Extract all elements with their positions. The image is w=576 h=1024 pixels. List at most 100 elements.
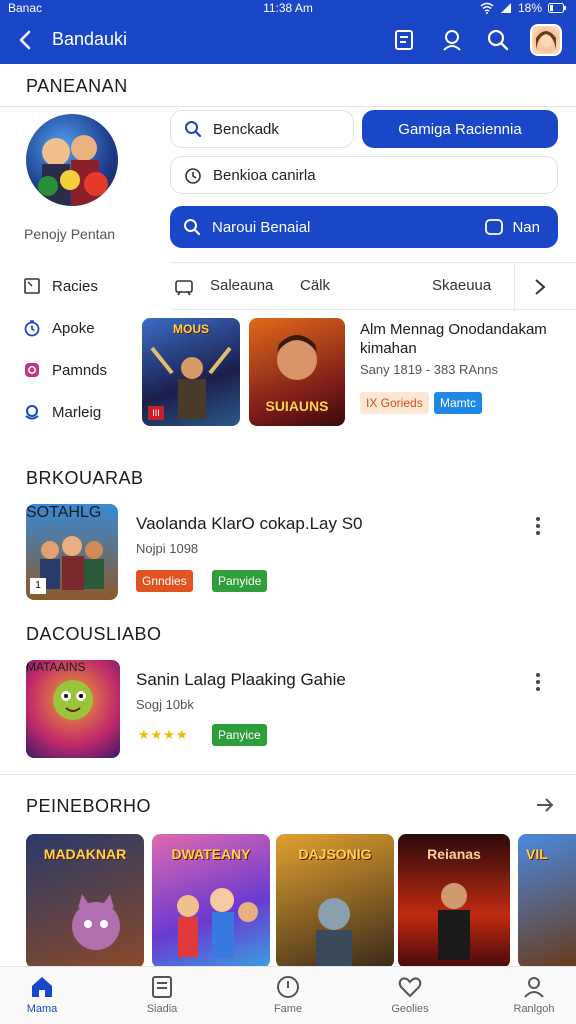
poster-title: VIL	[526, 846, 548, 862]
nav-library-label: Siadia	[146, 1003, 178, 1015]
bottom-navigation: Mama Siadia Fame Geolies Ranlgoh	[0, 966, 576, 1024]
battery-icon	[548, 3, 566, 13]
person-icon	[524, 977, 544, 998]
nav-favorites[interactable]: Geolies	[360, 973, 460, 1015]
nav-profile[interactable]: Ranlgoh	[484, 973, 576, 1015]
app-bar: Bandauki	[0, 16, 576, 64]
app-title: Bandauki	[52, 29, 128, 49]
nav-explore[interactable]: Fame	[238, 973, 338, 1015]
poster-card[interactable]: MADAKNAR	[26, 834, 144, 968]
bookmark-icon[interactable]	[390, 26, 418, 54]
avatar-face-icon	[533, 27, 559, 53]
wifi-icon	[480, 2, 494, 14]
section-heading-1: PANEANAN	[26, 76, 128, 96]
poster-card[interactable]: DWATEANY	[152, 834, 270, 968]
divider	[0, 106, 576, 107]
featured-tag-2[interactable]: Mamtc	[434, 392, 482, 414]
home-icon	[32, 977, 52, 997]
side-menu-item-3[interactable]: Pamnds	[22, 358, 107, 382]
side-menu-label-1: Racies	[52, 277, 98, 295]
arrow-right-icon[interactable]	[534, 794, 556, 816]
compass-icon	[277, 976, 299, 998]
featured-game-price: Sany 1819 - 383 RAnns	[360, 362, 499, 377]
search-icon[interactable]	[484, 26, 512, 54]
search-field-1-label: Benckadk	[213, 120, 279, 138]
blue-search-label: Naroui Benaial	[212, 218, 311, 236]
nav-home-label: Mama	[26, 1003, 58, 1015]
side-menu-item-2[interactable]: Apoke	[22, 316, 95, 340]
side-menu-item-4[interactable]: Marleig	[22, 400, 101, 424]
book-icon	[152, 976, 172, 998]
timer-icon	[183, 165, 203, 185]
featured-cover-1-badge: III	[148, 406, 164, 420]
list-item-tag-1[interactable]: Gnndies	[136, 570, 193, 592]
list-item-subtitle: Sogj 10bk	[136, 697, 194, 712]
nav-explore-label: Fame	[273, 1003, 303, 1015]
search-field-1[interactable]: Benckadk	[170, 110, 354, 148]
poster-card[interactable]: Reianas	[398, 834, 510, 968]
more-vert-icon[interactable]	[528, 514, 548, 538]
blue-search-bar[interactable]: Naroui Benaial Nan	[170, 206, 558, 248]
section-heading-3: DACOUSLIABO	[26, 624, 162, 644]
game-characters-illustration	[38, 135, 108, 206]
chevron-right-icon[interactable]	[530, 277, 550, 297]
divider	[0, 774, 576, 775]
nav-favorites-label: Geolies	[391, 1003, 429, 1015]
side-menu-label-2: Apoke	[52, 319, 95, 337]
side-menu-label-4: Marleig	[52, 403, 102, 421]
nav-home[interactable]: Mama	[0, 973, 92, 1015]
tag-icon	[485, 219, 504, 235]
age-rating-badge: 1	[30, 578, 46, 594]
poster-card[interactable]: DAJSONIG	[276, 834, 394, 968]
tab-item-3[interactable]: Skaeuua	[432, 277, 491, 294]
timer-icon	[22, 318, 42, 338]
list-item-thumbnail[interactable]: MATAAINS	[26, 660, 120, 758]
primary-action-button[interactable]: Gamiga Raciennia	[362, 110, 558, 148]
search-icon	[182, 217, 202, 237]
search-field-2-label: Benkioa canirla	[213, 166, 316, 184]
user-avatar[interactable]	[530, 24, 562, 56]
list-item-tag-2[interactable]: Panyide	[212, 570, 268, 592]
camera-icon	[22, 360, 42, 380]
poster-card[interactable]: VIL	[518, 834, 576, 968]
nav-library[interactable]: Siadia	[112, 973, 212, 1015]
featured-cover-2-title: SUIAUNS	[265, 398, 329, 414]
status-icons: 18%	[480, 1, 566, 15]
tab-item-1[interactable]: Saleauna	[210, 277, 273, 294]
side-menu-label-3: Pamnds	[52, 361, 108, 379]
profile-icon[interactable]	[438, 26, 466, 54]
more-vert-icon[interactable]	[528, 670, 548, 694]
list-item-tag[interactable]: Panyice	[212, 724, 267, 746]
list-item-title: Sanin Lalag Plaaking Gahie	[136, 670, 346, 689]
featured-tag-1[interactable]: IX Gorieds	[360, 392, 429, 414]
list-item-thumbnail[interactable]: SOTAHLG 1	[26, 504, 118, 600]
back-arrow-icon[interactable]	[12, 26, 40, 54]
featured-cover-1[interactable]: MOUS III	[142, 318, 240, 426]
list-item-title: Vaolanda KlarO cokap.Lay S0	[136, 514, 363, 533]
agent-illustration	[438, 883, 470, 960]
cartoon-kids-illustration	[177, 888, 258, 958]
blue-search-right: Nan	[484, 218, 540, 236]
side-menu-item-1[interactable]: Racies	[22, 274, 98, 298]
nav-profile-label: Ranlgoh	[513, 1003, 555, 1015]
list-item[interactable]: MATAAINS Sanin Lalag Plaaking Gahie Sogj…	[0, 660, 576, 760]
cartoon-creature-illustration	[53, 680, 93, 720]
signal-icon	[500, 3, 511, 13]
section-heading-4: PEINEBORHO	[26, 796, 152, 816]
category-tabs: Saleauna Cälk Skaeuua	[170, 262, 576, 311]
section-heading-2: BRKOUARAB	[26, 468, 144, 488]
gamepad-icon	[175, 280, 193, 296]
profile-name: Penojy Pentan	[24, 226, 116, 242]
blue-search-right-label: Nan	[512, 218, 540, 236]
featured-cover-2[interactable]: SUIAUNS	[249, 318, 345, 426]
featured-game-title[interactable]: Alm Mennag Onodandakam kimahan	[360, 320, 560, 358]
profile-image[interactable]	[26, 114, 118, 206]
list-item-subtitle: Nojpi 1098	[136, 541, 199, 556]
cat-hero-illustration	[72, 894, 120, 950]
tab-item-2[interactable]: Cälk	[300, 277, 330, 294]
list-item[interactable]: SOTAHLG 1 Vaolanda KlarO cokap.Lay S0 No…	[0, 504, 576, 604]
dark-warrior-illustration	[316, 898, 352, 968]
tab-separator	[514, 263, 515, 311]
star-rating: ★★★★	[138, 727, 189, 742]
search-field-2[interactable]: Benkioa canirla	[170, 156, 558, 194]
